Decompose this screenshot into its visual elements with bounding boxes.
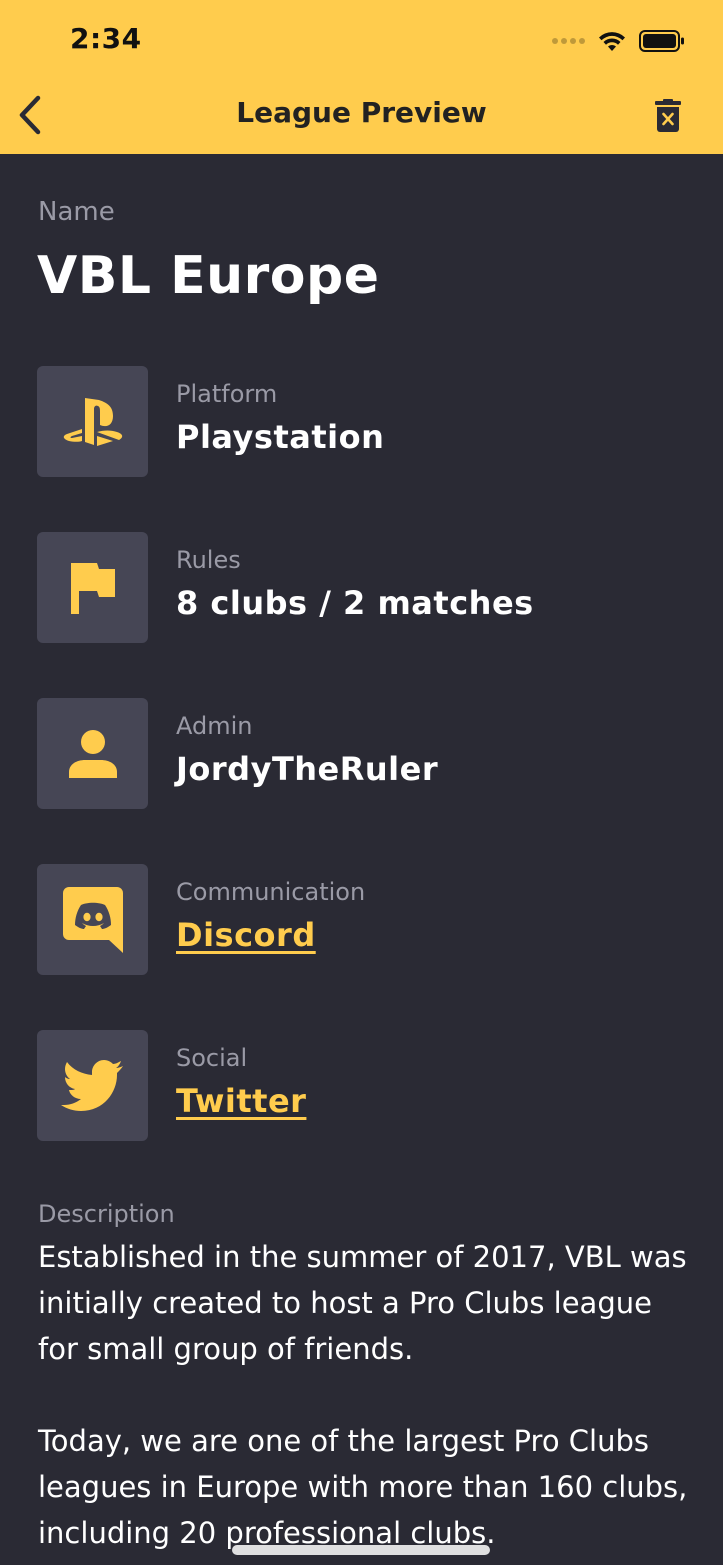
detail-row-admin: Admin JordyTheRuler: [37, 698, 697, 809]
communication-label: Communication: [176, 878, 366, 906]
description-text: Established in the summer of 2017, VBL w…: [38, 1240, 688, 1550]
admin-value: JordyTheRuler: [176, 750, 439, 788]
top-bar: 2:34 League Preview: [0, 0, 723, 154]
rules-label: Rules: [176, 546, 241, 574]
playstation-icon: [63, 397, 122, 446]
rules-tile: [37, 532, 148, 643]
trash-icon: [655, 99, 681, 132]
delete-button[interactable]: [651, 96, 685, 136]
cellular-signal-icon: [552, 38, 585, 44]
twitter-icon: [60, 1059, 123, 1111]
status-time: 2:34: [70, 22, 142, 55]
battery-icon: [639, 30, 684, 52]
detail-row-social: Social Twitter: [37, 1030, 697, 1141]
home-indicator: [232, 1545, 490, 1555]
communication-tile: [37, 864, 148, 975]
detail-row-platform: Platform Playstation: [37, 366, 697, 477]
detail-row-rules: Rules 8 clubs / 2 matches: [37, 532, 697, 643]
discord-link[interactable]: Discord: [176, 916, 316, 954]
platform-label: Platform: [176, 380, 278, 408]
rules-value: 8 clubs / 2 matches: [176, 584, 534, 622]
discord-icon: [62, 886, 123, 953]
flag-icon: [70, 562, 115, 614]
league-preview-screen: 2:34 League Preview Name VBL Europe Plat…: [0, 0, 723, 1565]
twitter-link[interactable]: Twitter: [176, 1082, 306, 1120]
platform-tile: [37, 366, 148, 477]
platform-value: Playstation: [176, 418, 385, 456]
league-name: VBL Europe: [37, 246, 380, 306]
wifi-icon: [599, 32, 625, 51]
social-label: Social: [176, 1044, 248, 1072]
page-title: League Preview: [236, 96, 487, 129]
detail-row-communication: Communication Discord: [37, 864, 697, 975]
description-label: Description: [38, 1200, 175, 1228]
admin-tile: [37, 698, 148, 809]
name-label: Name: [38, 197, 115, 227]
social-tile: [37, 1030, 148, 1141]
person-icon: [68, 729, 117, 778]
status-indicators: [552, 26, 685, 56]
admin-label: Admin: [176, 712, 253, 740]
